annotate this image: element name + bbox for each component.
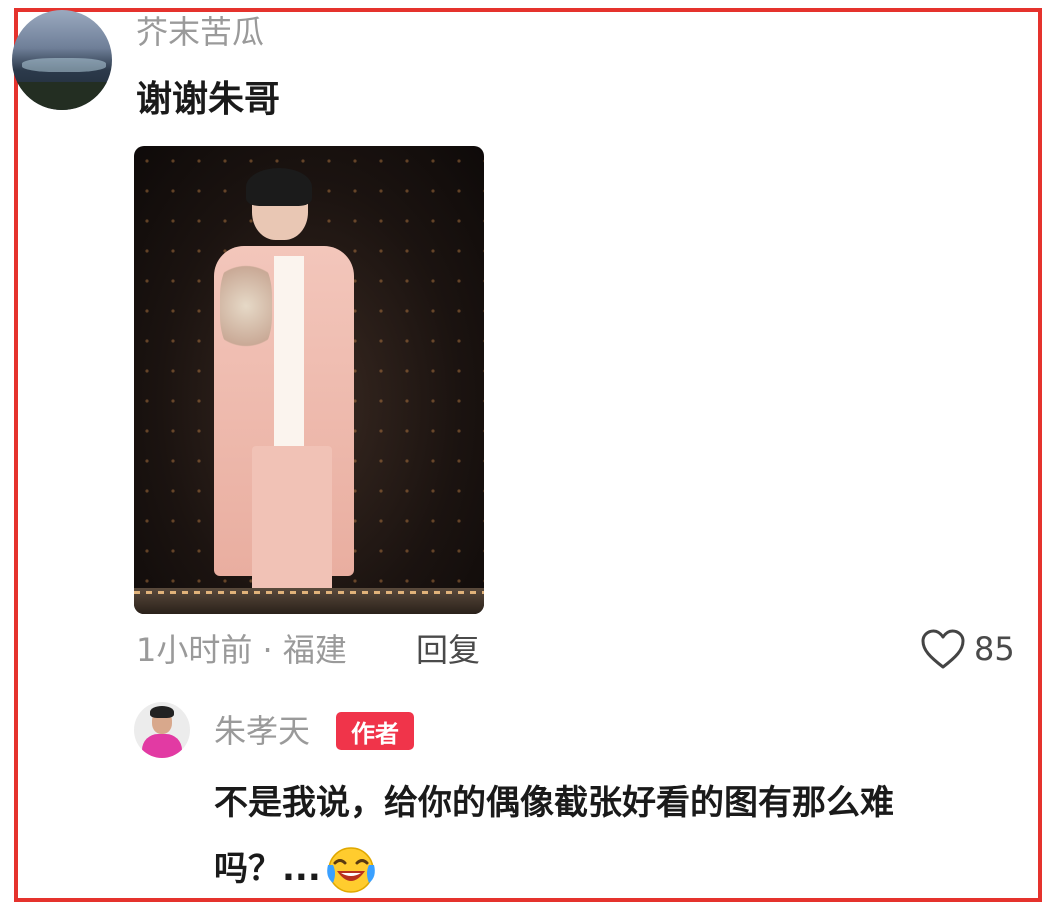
comment-text: 谢谢朱哥 <box>136 79 281 120</box>
reply-button[interactable]: 回复 <box>416 630 480 670</box>
author-avatar[interactable] <box>134 702 190 758</box>
heart-outline-icon[interactable] <box>920 628 966 670</box>
comment-image[interactable] <box>134 146 484 614</box>
like-count: 85 <box>974 630 1015 668</box>
reply-text-line2: 吗？... <box>214 849 321 889</box>
stage-floor <box>134 588 484 614</box>
reply-text-line2-row: 吗？... <box>214 842 377 896</box>
reply-text-line1: 不是我说，给你的偶像截张好看的图有那么难 <box>214 783 894 823</box>
author-username[interactable]: 朱孝天 <box>214 710 310 752</box>
like-control[interactable]: 85 <box>920 626 1015 672</box>
comment-time-location: 1小时前 · 福建 <box>136 631 347 669</box>
commenter-avatar[interactable] <box>12 10 112 110</box>
commenter-username[interactable]: 芥末苦瓜 <box>136 12 264 52</box>
laughing-crying-emoji-icon <box>326 847 375 893</box>
author-badge: 作者 <box>336 712 414 750</box>
